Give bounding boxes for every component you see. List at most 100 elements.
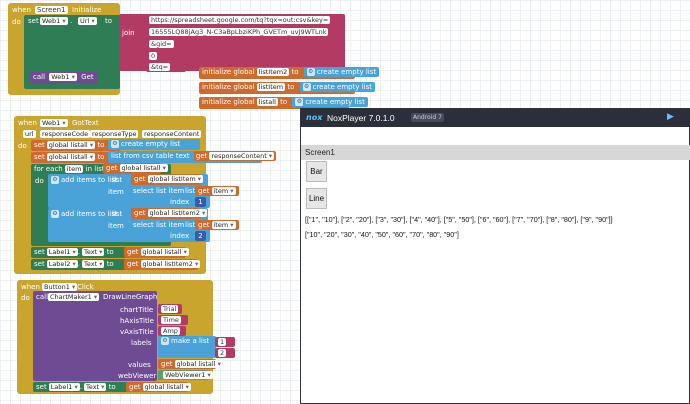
- component-dropdown[interactable]: Label2: [46, 260, 78, 268]
- var-dropdown[interactable]: global listItem: [147, 175, 204, 183]
- var-dropdown[interactable]: global listItem2: [140, 260, 201, 268]
- var-dropdown[interactable]: global listItem2: [147, 209, 208, 217]
- to-keyword: to: [280, 98, 288, 106]
- get-keyword: get: [127, 248, 139, 256]
- list-label: list: [112, 176, 123, 184]
- property-dropdown[interactable]: Text: [83, 383, 107, 391]
- set-keyword: set: [34, 248, 45, 256]
- component-dropdown[interactable]: Label1: [48, 383, 80, 391]
- global-name-field[interactable]: listItem2: [256, 68, 290, 76]
- get-global-listall-block[interactable]: get global listall: [103, 163, 168, 174]
- global-name-field[interactable]: listItem: [256, 83, 286, 91]
- to-keyword: to: [291, 68, 299, 76]
- index-number-block[interactable]: 2: [195, 231, 206, 241]
- list-from-csv-block[interactable]: list from csv table text get responseCont…: [108, 151, 277, 163]
- set-label1-text-block-2[interactable]: setLabel1.Text to: [33, 382, 131, 392]
- var-dropdown[interactable]: item: [211, 221, 236, 229]
- screen1-dropdown[interactable]: Screen1: [35, 6, 68, 14]
- join-part-key[interactable]: 16555LQ88jAg3_N-C3aBpLbziKPh_GVETm_uvJ9W…: [149, 28, 329, 36]
- get-keyword: get: [195, 152, 208, 160]
- global-listitem2-block[interactable]: initialize global listItem2 to ⚙ create em…: [199, 67, 380, 79]
- gear-icon[interactable]: ⚙: [51, 176, 59, 184]
- set-keyword: set: [28, 17, 39, 25]
- param-responsecontent[interactable]: responseContent: [142, 130, 202, 138]
- item-var-field[interactable]: item: [64, 165, 84, 173]
- chartmaker-dropdown[interactable]: ChartMaker1: [48, 293, 100, 301]
- button1-dropdown[interactable]: Button1: [42, 283, 78, 291]
- set-label1-text-block[interactable]: setLabel1.Text to: [31, 247, 129, 258]
- web1-component-dropdown[interactable]: Web1: [40, 17, 68, 25]
- gear-icon[interactable]: ⚙: [306, 68, 315, 76]
- do-keyword: do: [21, 294, 30, 302]
- join-part-url[interactable]: https://spreadsheet.google.com/tq?tqx=ou…: [149, 16, 331, 24]
- to-keyword: to: [108, 383, 116, 391]
- join-part-zero[interactable]: 0: [149, 52, 158, 60]
- call-keyword: call: [36, 293, 49, 301]
- initialize-label: Initialize: [72, 6, 102, 14]
- create-empty-list-block[interactable]: ⚙ create empty list: [108, 139, 200, 150]
- gear-icon[interactable]: ⚙: [51, 210, 59, 218]
- get-keyword: get: [106, 164, 118, 172]
- set-label2-text-block[interactable]: setLabel2.Text to: [31, 259, 129, 270]
- call-web1-get-block[interactable]: call Web1 Get: [30, 72, 98, 84]
- index-label: index: [170, 232, 190, 240]
- create-empty-list-label: create empty list: [121, 140, 181, 148]
- property-dropdown[interactable]: Text: [81, 260, 105, 268]
- to-keyword: to: [105, 17, 113, 25]
- noxplayer-title: NoxPlayer 7.0.1.0: [327, 113, 395, 123]
- to-keyword: to: [106, 260, 114, 268]
- play-icon[interactable]: ▶: [667, 112, 674, 123]
- var-dropdown[interactable]: global listall: [140, 248, 189, 256]
- join-part-tq[interactable]: &tq=: [149, 63, 171, 71]
- index-number-block[interactable]: 1: [195, 197, 206, 207]
- vaxistitle-string[interactable]: Amp: [161, 327, 180, 335]
- to-keyword: to: [97, 153, 105, 161]
- screen1-title-bar: Screen1: [301, 145, 690, 160]
- to-keyword: to: [97, 141, 105, 149]
- item-label: item: [108, 188, 124, 196]
- index-label: index: [170, 198, 190, 206]
- global-listitem-block[interactable]: initialize global listItem to ⚙ create emp…: [199, 82, 376, 94]
- gear-icon[interactable]: ⚙: [111, 140, 119, 148]
- set-keyword: set: [36, 383, 47, 391]
- create-empty-list-label: create empty list: [305, 98, 365, 106]
- line-button[interactable]: Line: [306, 188, 327, 209]
- select-list-item-label: select list item: [133, 187, 185, 195]
- param-url[interactable]: url: [23, 130, 36, 138]
- var-dropdown[interactable]: global listall: [46, 153, 96, 161]
- nox-logo-icon: nox: [306, 113, 323, 122]
- charttitle-string[interactable]: Trial: [161, 305, 179, 313]
- label-item-2[interactable]: 2: [218, 349, 227, 357]
- get-arg-dropdown[interactable]: responseContent: [209, 152, 275, 160]
- noxplayer-window: nox NoxPlayer 7.0.1.0 Android 7 ▶ Screen…: [300, 108, 690, 404]
- param-responsetype[interactable]: responseType: [90, 130, 139, 138]
- webviewer-dropdown[interactable]: WebViewer1: [163, 371, 213, 379]
- param-responsecode[interactable]: responseCode: [40, 130, 91, 138]
- haxistitle-label: hAxisTitle: [120, 317, 154, 325]
- label-item-1[interactable]: 1: [218, 338, 227, 346]
- component-dropdown[interactable]: Label1: [46, 248, 78, 256]
- web1-event-dropdown[interactable]: Web1: [40, 119, 68, 127]
- haxistitle-string[interactable]: Time: [161, 316, 181, 324]
- gear-icon[interactable]: ⚙: [295, 98, 304, 106]
- get-keyword: get: [127, 260, 139, 268]
- var-dropdown[interactable]: item: [211, 187, 236, 195]
- gear-icon[interactable]: ⚙: [302, 83, 311, 91]
- make-a-list-block[interactable]: ⚙ make a list: [158, 336, 216, 358]
- var-dropdown[interactable]: global listall: [174, 360, 223, 368]
- global-name-field[interactable]: listall: [256, 98, 278, 106]
- bar-button[interactable]: Bar: [306, 161, 327, 182]
- join-part-gid[interactable]: &gid=: [149, 40, 174, 48]
- select-list-item-label: select list item: [133, 221, 185, 229]
- noxplayer-titlebar[interactable]: nox NoxPlayer 7.0.1.0 Android 7 ▶: [301, 109, 690, 127]
- var-dropdown[interactable]: global listall: [119, 164, 168, 172]
- list-from-csv-label: list from csv table: [111, 152, 174, 160]
- var-dropdown[interactable]: global listall: [142, 383, 191, 391]
- to-keyword: to: [106, 248, 114, 256]
- property-dropdown[interactable]: Text: [81, 248, 105, 256]
- gear-icon[interactable]: ⚙: [161, 337, 169, 345]
- web1-call-dropdown[interactable]: Web1: [49, 73, 77, 81]
- url-property-dropdown[interactable]: Url: [78, 17, 97, 25]
- var-dropdown[interactable]: global listall: [46, 141, 96, 149]
- label2-text: ["10", "20", "30", "40", "50", "60", "70…: [305, 230, 459, 239]
